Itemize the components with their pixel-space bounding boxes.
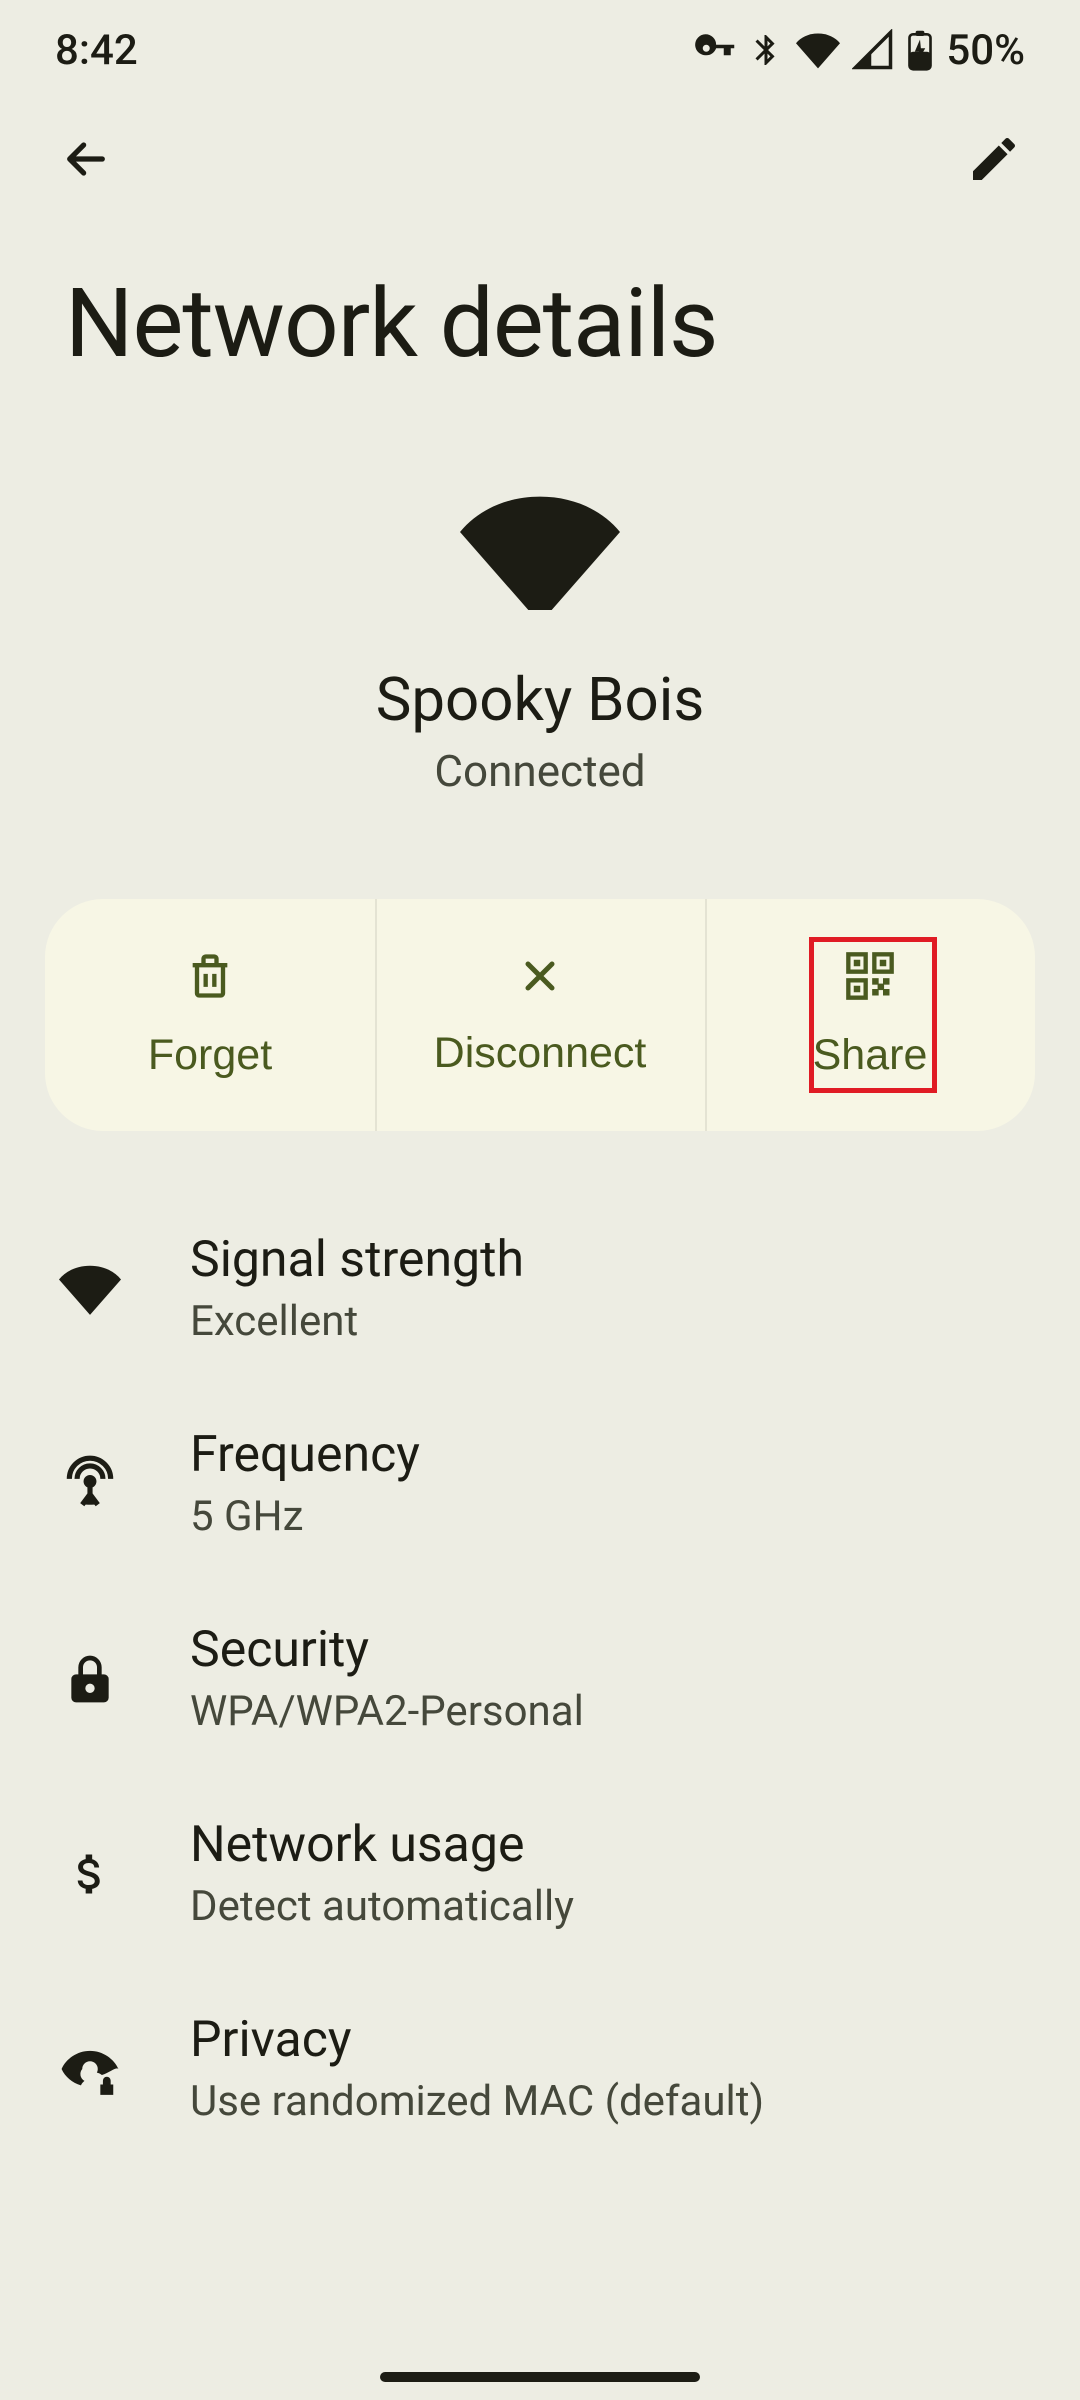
close-icon <box>516 952 564 1003</box>
status-time: 8:42 <box>55 26 138 75</box>
detail-value: Use randomized MAC (default) <box>190 2077 1025 2126</box>
share-label: Share <box>813 1031 928 1080</box>
network-status: Connected <box>434 745 645 797</box>
action-row: Forget Disconnect Share <box>45 899 1035 1131</box>
detail-title: Security <box>190 1621 1025 1679</box>
toolbar <box>0 100 1080 220</box>
wifi-icon <box>460 490 620 614</box>
battery-percent: 50% <box>946 26 1025 75</box>
edit-button[interactable] <box>958 124 1030 196</box>
detail-privacy[interactable]: Privacy Use randomized MAC (default) <box>0 1971 1080 2166</box>
disconnect-label: Disconnect <box>434 1029 647 1078</box>
network-header: Spooky Bois Connected <box>0 440 1080 837</box>
detail-signal-strength[interactable]: Signal strength Excellent <box>0 1191 1080 1386</box>
details-list: Signal strength Excellent Frequency 5 GH… <box>0 1131 1080 2166</box>
trash-icon <box>184 950 236 1005</box>
forget-label: Forget <box>148 1031 272 1080</box>
share-button[interactable]: Share <box>705 899 1035 1131</box>
pencil-icon <box>966 131 1022 190</box>
network-name: Spooky Bois <box>376 664 705 735</box>
page-title: Network details <box>0 220 1080 440</box>
battery-charging-icon <box>906 29 934 71</box>
detail-title: Privacy <box>190 2011 1025 2069</box>
qr-code-icon <box>844 950 896 1005</box>
wifi-status-icon <box>796 28 840 72</box>
disconnect-button[interactable]: Disconnect <box>375 899 705 1131</box>
cell-signal-icon <box>852 29 894 71</box>
back-button[interactable] <box>50 124 122 196</box>
arrow-back-icon <box>58 131 114 190</box>
eye-lock-icon <box>55 2034 125 2104</box>
detail-title: Frequency <box>190 1426 1025 1484</box>
gesture-nav-bar[interactable] <box>380 2372 700 2382</box>
detail-frequency[interactable]: Frequency 5 GHz <box>0 1386 1080 1581</box>
detail-security[interactable]: Security WPA/WPA2-Personal <box>0 1581 1080 1776</box>
frequency-icon <box>55 1449 125 1519</box>
wifi-signal-icon <box>55 1254 125 1324</box>
detail-value: WPA/WPA2-Personal <box>190 1687 1025 1736</box>
vpn-key-icon <box>694 29 736 71</box>
detail-value: Excellent <box>190 1297 1025 1346</box>
lock-icon <box>55 1644 125 1714</box>
detail-value: 5 GHz <box>190 1492 1025 1541</box>
dollar-icon <box>55 1839 125 1909</box>
forget-button[interactable]: Forget <box>45 899 375 1131</box>
status-bar: 8:42 50% <box>0 0 1080 100</box>
detail-title: Network usage <box>190 1816 1025 1874</box>
status-icons: 50% <box>694 26 1025 75</box>
detail-value: Detect automatically <box>190 1882 1025 1931</box>
detail-title: Signal strength <box>190 1231 1025 1289</box>
bluetooth-icon <box>748 32 784 68</box>
detail-network-usage[interactable]: Network usage Detect automatically <box>0 1776 1080 1971</box>
